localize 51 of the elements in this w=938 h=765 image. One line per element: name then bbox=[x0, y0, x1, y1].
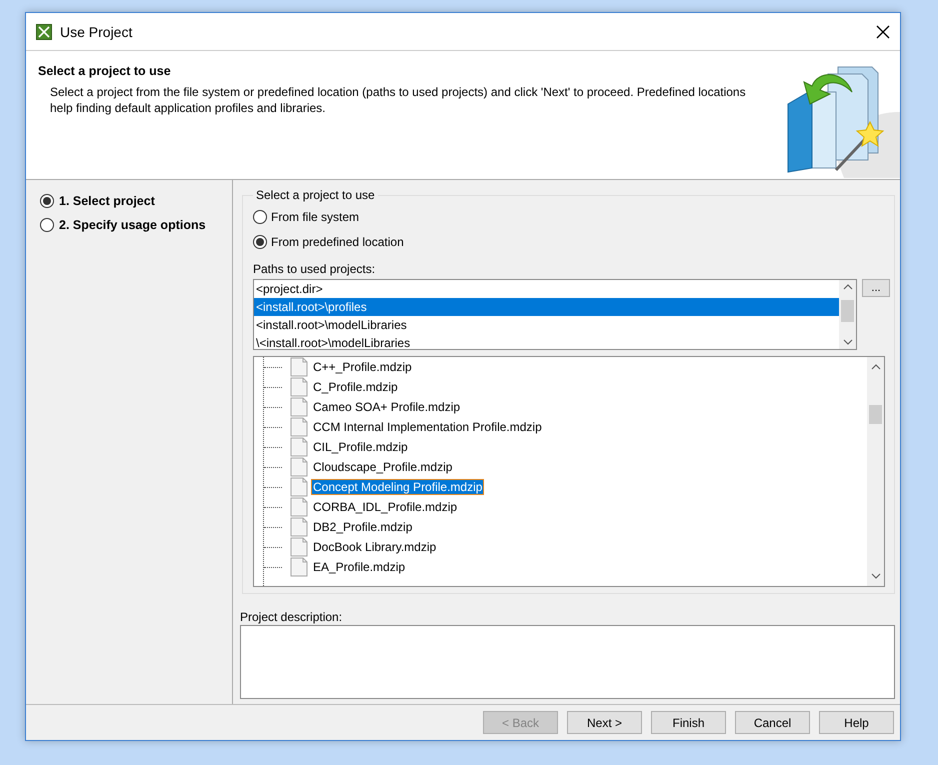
path-item[interactable]: <project.dir> bbox=[254, 280, 839, 298]
tree-item[interactable]: C_Profile.mdzip bbox=[312, 380, 399, 394]
step-label: 2. Specify usage options bbox=[59, 218, 206, 232]
file-icon bbox=[290, 377, 308, 397]
file-icon bbox=[290, 557, 308, 577]
path-item[interactable]: \<install.root>\modelLibraries bbox=[254, 334, 839, 349]
group-title: Select a project to use bbox=[255, 188, 376, 202]
wizard-button[interactable]: Help bbox=[819, 711, 894, 734]
path-item[interactable]: <install.root>\modelLibraries bbox=[254, 316, 839, 334]
source-radio[interactable] bbox=[253, 210, 267, 224]
file-icon bbox=[290, 437, 308, 457]
wizard-button[interactable]: Cancel bbox=[735, 711, 810, 734]
scrollbar[interactable] bbox=[839, 280, 856, 349]
tree-item[interactable]: CIL_Profile.mdzip bbox=[312, 440, 409, 454]
header-description: Select a project from the file system or predefined location (paths to used projects) and click 'Next' to proceed. Predefined locations help finding default application profiles and libraries. bbox=[49, 84, 747, 116]
tree-item[interactable]: CCM Internal Implementation Profile.mdzip bbox=[312, 420, 543, 434]
file-icon bbox=[290, 477, 308, 497]
source-label: From file system bbox=[271, 210, 360, 224]
app-icon bbox=[36, 24, 52, 40]
file-icon bbox=[290, 397, 308, 417]
file-icon bbox=[290, 517, 308, 537]
window-title: Use Project bbox=[60, 24, 134, 40]
step-label: 1. Select project bbox=[59, 194, 155, 208]
wizard-button[interactable]: Finish bbox=[651, 711, 726, 734]
description-label: Project description: bbox=[240, 610, 344, 624]
tree-item[interactable]: DocBook Library.mdzip bbox=[312, 540, 438, 554]
file-icon bbox=[290, 537, 308, 557]
file-icon bbox=[290, 417, 308, 437]
file-icon bbox=[290, 457, 308, 477]
tree-item[interactable]: DB2_Profile.mdzip bbox=[312, 520, 414, 534]
step-radio[interactable] bbox=[40, 218, 54, 232]
paths-label: Paths to used projects: bbox=[253, 262, 376, 276]
scrollbar[interactable] bbox=[867, 357, 884, 586]
source-label: From predefined location bbox=[271, 234, 404, 248]
tree-item[interactable]: Cameo SOA+ Profile.mdzip bbox=[312, 400, 462, 414]
scroll-thumb[interactable] bbox=[841, 300, 854, 322]
wizard-button[interactable]: Next > bbox=[567, 711, 642, 734]
scroll-thumb[interactable] bbox=[869, 405, 882, 424]
step-radio[interactable] bbox=[40, 194, 54, 208]
close-icon[interactable] bbox=[876, 24, 890, 38]
description-field[interactable] bbox=[240, 625, 895, 699]
path-item[interactable]: <install.root>\profiles bbox=[254, 298, 839, 316]
tree-item[interactable]: Cloudscape_Profile.mdzip bbox=[312, 460, 454, 474]
tree-item[interactable]: EA_Profile.mdzip bbox=[312, 560, 406, 574]
file-icon bbox=[290, 497, 308, 517]
source-radio[interactable] bbox=[253, 234, 267, 248]
tree-item[interactable]: CORBA_IDL_Profile.mdzip bbox=[312, 500, 458, 514]
tree-item[interactable]: C++_Profile.mdzip bbox=[312, 360, 413, 374]
browse-button[interactable]: ... bbox=[862, 279, 890, 297]
tree-item[interactable]: Concept Modeling Profile.mdzip bbox=[312, 480, 484, 494]
header-title: Select a project to use bbox=[38, 64, 172, 78]
